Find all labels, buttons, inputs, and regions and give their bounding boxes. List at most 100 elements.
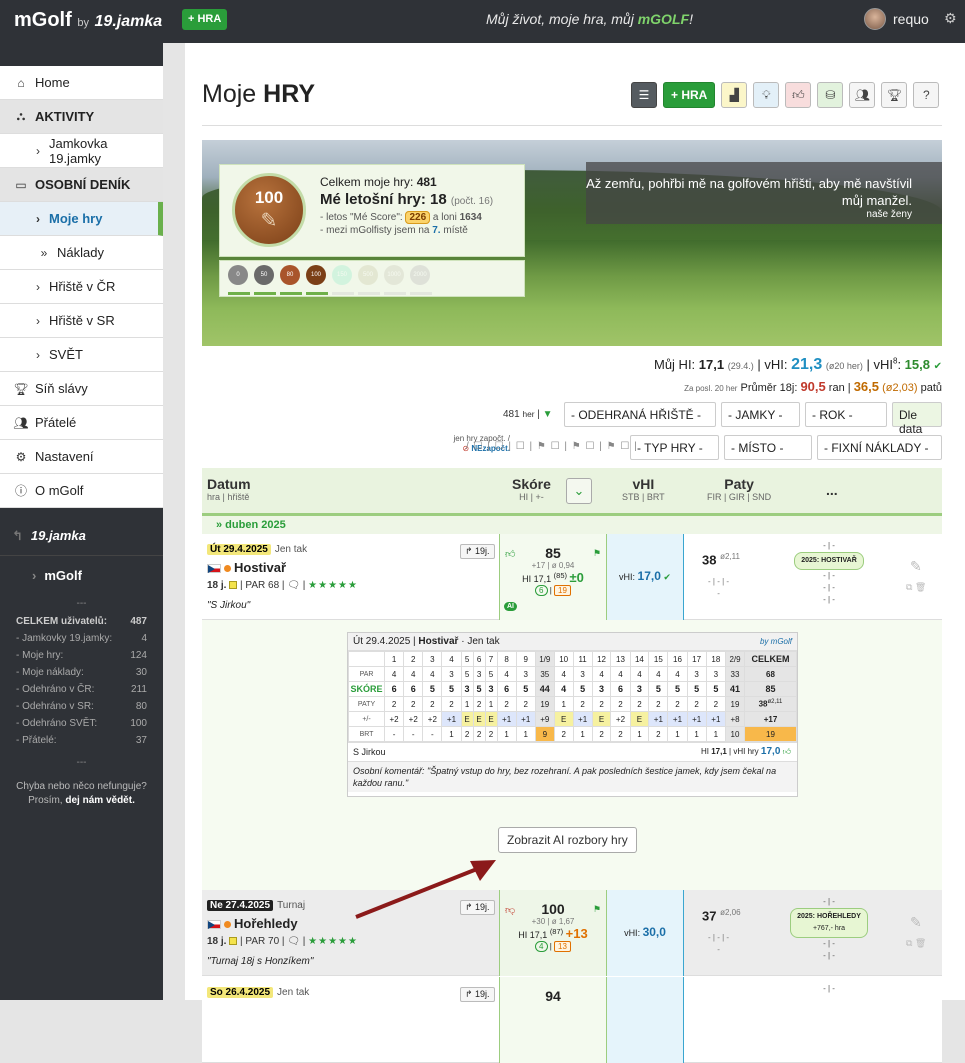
scorecard-cell: +9 <box>534 711 555 727</box>
scorecard-cell: 12 <box>591 651 612 667</box>
sidebar-item-hriste-sr[interactable]: › Hřiště v SR <box>0 304 163 338</box>
sidebar-item-nastaveni[interactable]: ⚙ Nastavení <box>0 440 163 474</box>
scorecard-cell: 2 <box>422 696 443 712</box>
edit-icon[interactable]: ✎ <box>910 558 922 575</box>
course-badge[interactable]: 2025: HOŘEHLEDY +767,- hra <box>790 908 868 938</box>
course-name[interactable]: Hostivař <box>234 560 286 575</box>
sidebar-item-sin-slavy[interactable]: 🏆︎ Síň slávy <box>0 372 163 406</box>
home-icon: ⌂ <box>17 75 25 90</box>
scorecard-row: SKÓRE 6 6 5 5 3 5 3 6 5 44 4 5 3 6 3 5 5 5 5 41 85 <box>348 681 797 697</box>
scorecard-cell: 6 <box>610 681 631 697</box>
tee-color-icon <box>229 581 238 590</box>
sidebar-item-pratele[interactable]: 👥︎ Přátelé <box>0 406 163 440</box>
flag-icon: ⚑ <box>592 548 601 558</box>
vhi-cell: vHI: 30,0 <box>607 890 684 976</box>
scorecard-cell: 5 <box>648 681 669 697</box>
scorecard-cell: 2 <box>591 696 612 712</box>
comment-icon: 🗨︎ <box>287 936 300 947</box>
scorecard-row: PAR 4 4 4 3 5 3 5 4 3 35 4 3 4 4 4 4 4 3 3 33 68 <box>348 666 797 682</box>
sidebar-item-moje-hry[interactable]: › Moje hry <box>0 202 163 236</box>
annotation-arrow <box>355 860 496 919</box>
list-view-button[interactable]: ☰ <box>631 82 657 108</box>
scorecard-label: PATY <box>348 696 385 712</box>
scorecard-cell: 6 <box>383 681 405 697</box>
column-datum: Datum hra | hřiště <box>207 476 251 502</box>
user-menu[interactable]: requo <box>864 8 929 30</box>
edit-icon[interactable]: ✎ <box>910 914 922 931</box>
table-row[interactable]: So 26.4.2025 Jen tak ↱ 19j. 94 - | - <box>202 977 942 1063</box>
scorecard-cell: +2 <box>383 711 405 727</box>
score-cell[interactable]: 👍︎ ⚑ 85 +17 | ø 0,94 HI 17,1 (85) ±0 6 |… <box>499 534 607 620</box>
gear-icon: ⚙ <box>15 449 27 464</box>
chart-button[interactable]: ▟ <box>721 82 748 108</box>
copy-delete-icons[interactable]: ⧉ 🗑︎ <box>906 938 926 949</box>
sidebar-item-aktivity[interactable]: ⛬ AKTIVITY <box>0 100 163 134</box>
course-name[interactable]: Hořehledy <box>234 916 298 931</box>
friends-button[interactable]: 👥︎ <box>849 82 876 108</box>
filter-place[interactable]: - MÍSTO - <box>724 435 812 460</box>
scorecard-row: +/- +2 +2 +2 +1 E E E +1 +1 +9 E +1 E +2 E +1 +1 +1 +1 +8 +17 <box>348 711 797 727</box>
filter-game-type[interactable]: - TYP HRY - <box>630 435 719 460</box>
share-button[interactable]: ↱ 19j. <box>460 544 495 559</box>
filter-holes[interactable]: - JAMKY - <box>721 402 800 427</box>
scorecard-cell: 17 <box>686 651 707 667</box>
trophy-button[interactable]: 🏆︎ <box>881 82 908 108</box>
filter-icon[interactable]: ▼ <box>543 409 553 420</box>
gear-icon[interactable]: ⚙ <box>944 10 957 27</box>
chevron-right-icon: › <box>35 143 40 158</box>
extras-cell: - | - 2025: HOŘEHLEDY +767,- hra - | -- |… <box>784 896 874 962</box>
month-header: » duben 2025 <box>202 516 942 534</box>
sidebar-item-svet[interactable]: › SVĚT <box>0 338 163 372</box>
scorecard-cell: 3 <box>572 666 593 682</box>
filter-played-courses[interactable]: - ODEHRANÁ HŘIŠTĚ - <box>564 402 716 427</box>
table-row[interactable]: Ne 27.4.2025 Turnaj Hořehledy 18 j. | PAR… <box>202 890 942 976</box>
filter-fixed-costs[interactable]: - FIXNÍ NÁKLADY - <box>817 435 942 460</box>
sidebar-item-jamkovka[interactable]: › Jamkovka 19.jamky <box>0 134 163 168</box>
help-button[interactable]: ? <box>913 82 940 108</box>
thumbs-up-button[interactable]: 👍︎ <box>785 82 812 108</box>
collapse-toggle-button[interactable]: ⌄ <box>566 478 592 504</box>
filter-sort[interactable]: Dle data <box>892 402 942 436</box>
bug-report-link[interactable]: dej nám vědět. <box>65 795 134 806</box>
extras-cell: - | - 2025: HOSTIVAŘ - | -- | -- | - <box>784 540 874 606</box>
course-badge[interactable]: 2025: HOSTIVAŘ <box>794 552 864 570</box>
sidebar-item-naklady[interactable]: » Náklady <box>0 236 163 270</box>
costs-button[interactable]: ⛁ <box>817 82 844 108</box>
sidebar-item-o-mgolf[interactable]: ⓘ O mGolf <box>0 474 163 508</box>
new-game-button[interactable]: + HRA <box>182 9 228 30</box>
scorecard-cell: +8 <box>725 711 745 727</box>
score-cell[interactable]: 94 <box>499 977 607 1063</box>
mgolf-logo[interactable]: mGolf by 19.jamka <box>14 9 162 32</box>
ai-badge: AI <box>504 602 517 611</box>
scorecard-cell: 41 <box>725 681 745 697</box>
scorecard-cell: 1 <box>667 726 688 742</box>
partner-link[interactable]: ↰ 19.jamka <box>0 516 163 556</box>
sidebar-item-home[interactable]: ⌂ Home <box>0 66 163 100</box>
scorecard-cell: E <box>553 711 574 727</box>
stat-row: CELKEM uživatelů: 487 <box>16 616 147 627</box>
scorecard-label: BRT <box>348 726 385 742</box>
putts-cell: 38 ø2,11 <box>702 552 740 568</box>
czech-flag-icon <box>207 920 221 930</box>
vhi-cell: vHI: 17,0 ✔ <box>607 534 684 620</box>
mgolf-link[interactable]: › mGolf <box>0 556 163 594</box>
scorecard-cell: 10 <box>553 651 574 667</box>
scorecard-cell: 3 <box>629 681 650 697</box>
banner-image: 100 ✎ Celkem moje hry: 481 Mé letošní hry… <box>202 140 942 346</box>
scorecard-cell: 2/9 <box>725 651 745 667</box>
scorecard-cell: 4 <box>553 666 574 682</box>
medal-badge: 1000 <box>384 265 406 295</box>
flag-checkboxes[interactable]: / ☐ | ☐ | ☐ | ⚑ ☐ | ⚑ ☐ | ⚑ ☐ | <box>466 441 638 452</box>
sidebar-item-hriste-cr[interactable]: › Hřiště v ČR <box>0 270 163 304</box>
copy-delete-icons[interactable]: ⧉ 🗑︎ <box>906 582 926 593</box>
score-cell[interactable]: 👎︎ ⚑ 100 +30 | ø 1,67 HI 17,1 (87) +13 4… <box>499 890 607 976</box>
ai-analysis-button[interactable]: Zobrazit AI rozbory hry <box>498 827 637 853</box>
scorecard-cell: 2 <box>403 651 424 667</box>
table-row[interactable]: Út 29.4.2025 Jen tak Hostivař 18 j. | PAR… <box>202 534 942 620</box>
add-game-button[interactable]: + HRA <box>663 82 716 108</box>
sidebar-item-osobni-denik[interactable]: ▭ OSOBNÍ DENÍK <box>0 168 163 202</box>
friends-icon: 👥︎ <box>854 88 870 102</box>
scorecard-cell: 4 <box>591 666 612 682</box>
lightbulb-button[interactable]: 💡︎ <box>753 82 780 108</box>
filter-year[interactable]: - ROK - <box>805 402 887 427</box>
